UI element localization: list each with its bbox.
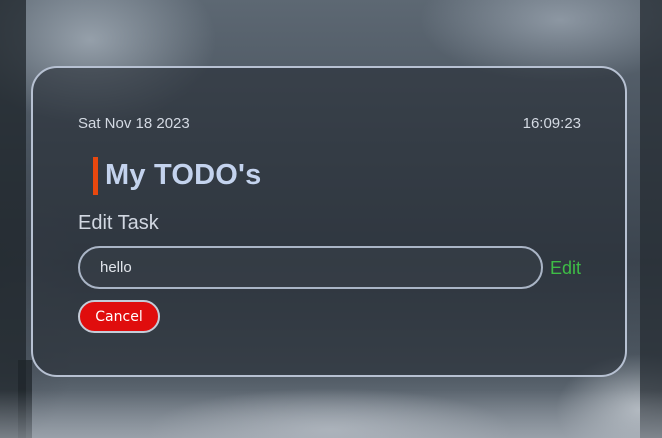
background-tree: [640, 0, 662, 438]
current-time: 16:09:23: [522, 115, 581, 132]
edit-button[interactable]: Edit: [550, 258, 581, 279]
background-snow: [0, 390, 662, 438]
page-title: My TODO's: [105, 159, 262, 191]
title-accent-bar: [93, 157, 98, 195]
current-date: Sat Nov 18 2023: [78, 115, 190, 132]
edit-task-heading: Edit Task: [78, 212, 159, 234]
cancel-button[interactable]: Cancel: [78, 300, 160, 333]
task-input[interactable]: [78, 246, 543, 289]
todo-card: Sat Nov 18 2023 16:09:23 My TODO's Edit …: [31, 66, 627, 377]
